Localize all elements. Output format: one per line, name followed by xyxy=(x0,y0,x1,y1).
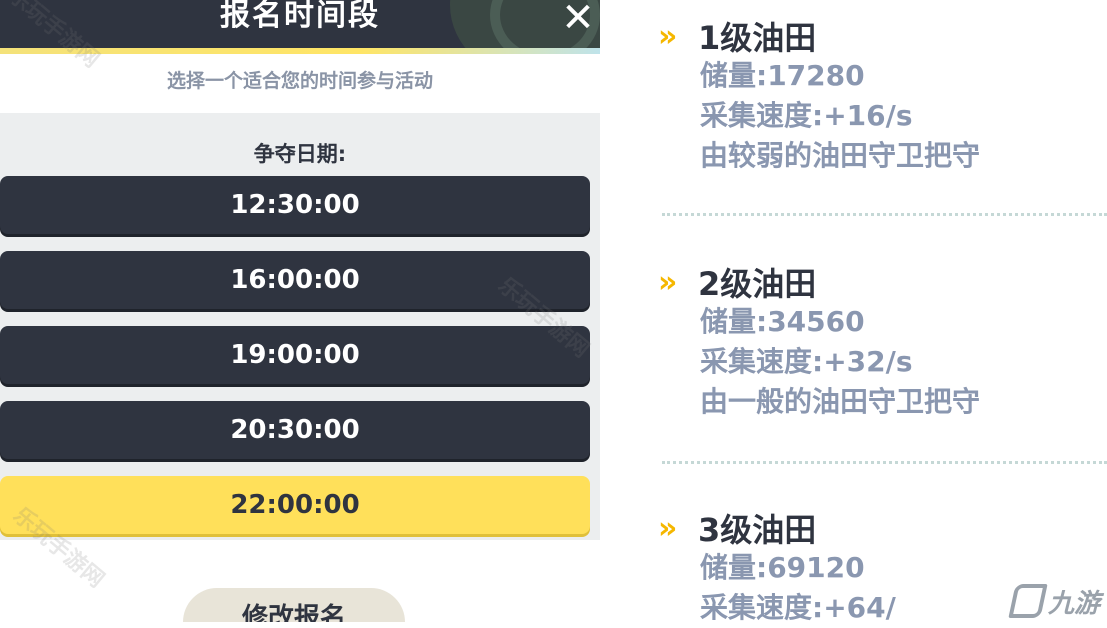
date-label: 争夺日期: xyxy=(253,142,347,166)
divider xyxy=(662,461,1107,464)
oil-field-title: 2级油田 xyxy=(698,265,817,303)
divider xyxy=(662,213,1107,216)
oil-field-speed: 采集速度:+16/s xyxy=(700,99,913,132)
double-chevron-icon: » xyxy=(658,510,677,546)
logo-text: 九游 xyxy=(1048,588,1101,619)
dialog-header: 报名时间段 ✕ xyxy=(0,0,600,48)
time-slot-button[interactable]: 16:00:00 xyxy=(0,251,590,309)
logo-mark-icon xyxy=(1008,584,1048,618)
time-slot-button[interactable]: 19:00:00 xyxy=(0,326,590,384)
dialog-subtitle: 选择一个适合您的时间参与活动 xyxy=(166,70,433,92)
registration-dialog: 报名时间段 ✕ 选择一个适合您的时间参与活动 争夺日期: 12:30:00 16… xyxy=(0,0,600,622)
oil-field-guard: 由较弱的油田守卫把守 xyxy=(700,139,981,172)
close-x-icon[interactable]: ✕ xyxy=(558,0,598,38)
double-chevron-icon: » xyxy=(658,18,677,54)
time-slot-button[interactable]: 20:30:00 xyxy=(0,401,590,459)
oil-field-item: » 2级油田 储量:34560 采集速度:+32/s 由一般的油田守卫把守 xyxy=(658,262,1098,422)
oil-field-title: 1级油田 xyxy=(698,19,817,57)
oil-field-reserve: 储量:17280 xyxy=(700,59,865,92)
oil-field-title: 3级油田 xyxy=(698,511,817,549)
oil-field-item: » 1级油田 储量:17280 采集速度:+16/s 由较弱的油田守卫把守 xyxy=(658,16,1098,176)
oil-field-info-panel: » 1级油田 储量:17280 采集速度:+16/s 由较弱的油田守卫把守 » … xyxy=(600,0,1107,624)
header-stripe xyxy=(0,48,600,54)
oil-field-guard: 由一般的油田守卫把守 xyxy=(700,385,981,418)
dialog-title: 报名时间段 xyxy=(220,0,380,33)
site-logo: 九游 xyxy=(1008,580,1107,622)
double-chevron-icon: » xyxy=(658,264,677,300)
modify-registration-button[interactable]: 修改报名 xyxy=(183,588,405,622)
oil-field-reserve: 储量:34560 xyxy=(700,305,865,338)
time-slot-button-selected[interactable]: 22:00:00 xyxy=(0,476,590,534)
oil-field-speed: 采集速度:+32/s xyxy=(700,345,913,378)
time-slot-button[interactable]: 12:30:00 xyxy=(0,176,590,234)
